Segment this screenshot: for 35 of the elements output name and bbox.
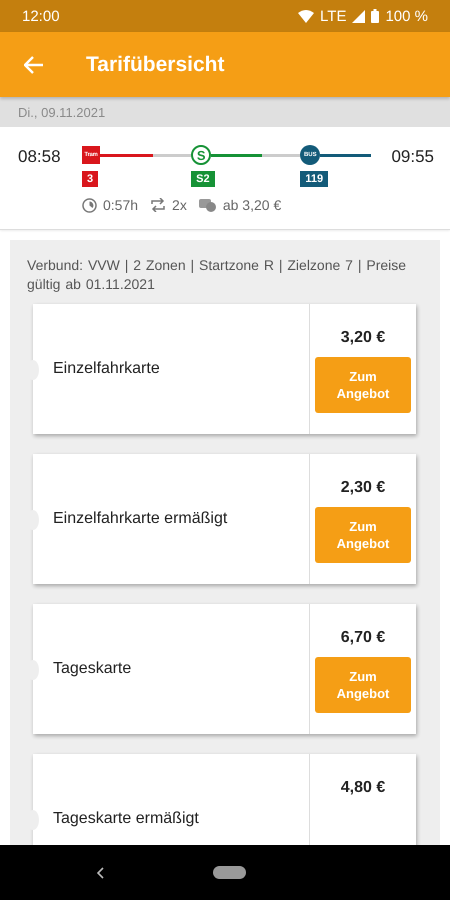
offer-button[interactable]: Zum Angebot [315, 507, 411, 563]
ticket-price: 2,30 € [340, 479, 386, 497]
wifi-icon [298, 10, 314, 22]
tickets-icon [198, 198, 217, 212]
duration: 0:57h [103, 197, 138, 213]
line-badge: S2 [191, 171, 215, 187]
back-arrow-icon [24, 56, 44, 74]
offer-button[interactable]: Zum Angebot [315, 357, 411, 413]
home-pill-icon [213, 866, 246, 879]
clock-icon [82, 198, 97, 212]
tariff-info: Verbund: VVW | 2 Zonen | Startzone R | Zielzone 7 | Preise gültig ab 01.11.2021 [27, 256, 408, 294]
network-label: LTE [320, 8, 346, 24]
price-from: ab 3,20 € [222, 197, 282, 213]
line-badge: 3 [82, 171, 98, 187]
ticket-name: Tageskarte [53, 660, 132, 678]
departure-time: 08:58 [18, 147, 62, 167]
ticket-price: 6,70 € [340, 629, 386, 647]
ticket-price: 4,80 € [340, 779, 386, 797]
ticket-name: Einzelfahrkarte ermäßigt [53, 510, 228, 528]
offer-button[interactable]: Zum Angebot [315, 657, 411, 713]
back-icon [97, 866, 104, 878]
arrival-time: 09:55 [391, 147, 434, 167]
ticket-name: Tageskarte ermäßigt [53, 810, 199, 828]
screen-title: Tarifübersicht [86, 52, 224, 76]
ticket-price: 3,20 € [340, 329, 386, 347]
journey-date: Di., 09.11.2021 [0, 97, 450, 127]
battery-icon [371, 9, 380, 23]
transfers: 2x [172, 197, 187, 213]
transfer-icon [150, 198, 166, 212]
battery-level: 100 % [385, 8, 428, 24]
status-time: 12:00 [22, 8, 61, 24]
signal-icon [352, 10, 366, 22]
ticket-name: Einzelfahrkarte [53, 360, 160, 378]
sbahn-icon: S [191, 145, 212, 165]
line-badge: 119 [300, 171, 328, 187]
